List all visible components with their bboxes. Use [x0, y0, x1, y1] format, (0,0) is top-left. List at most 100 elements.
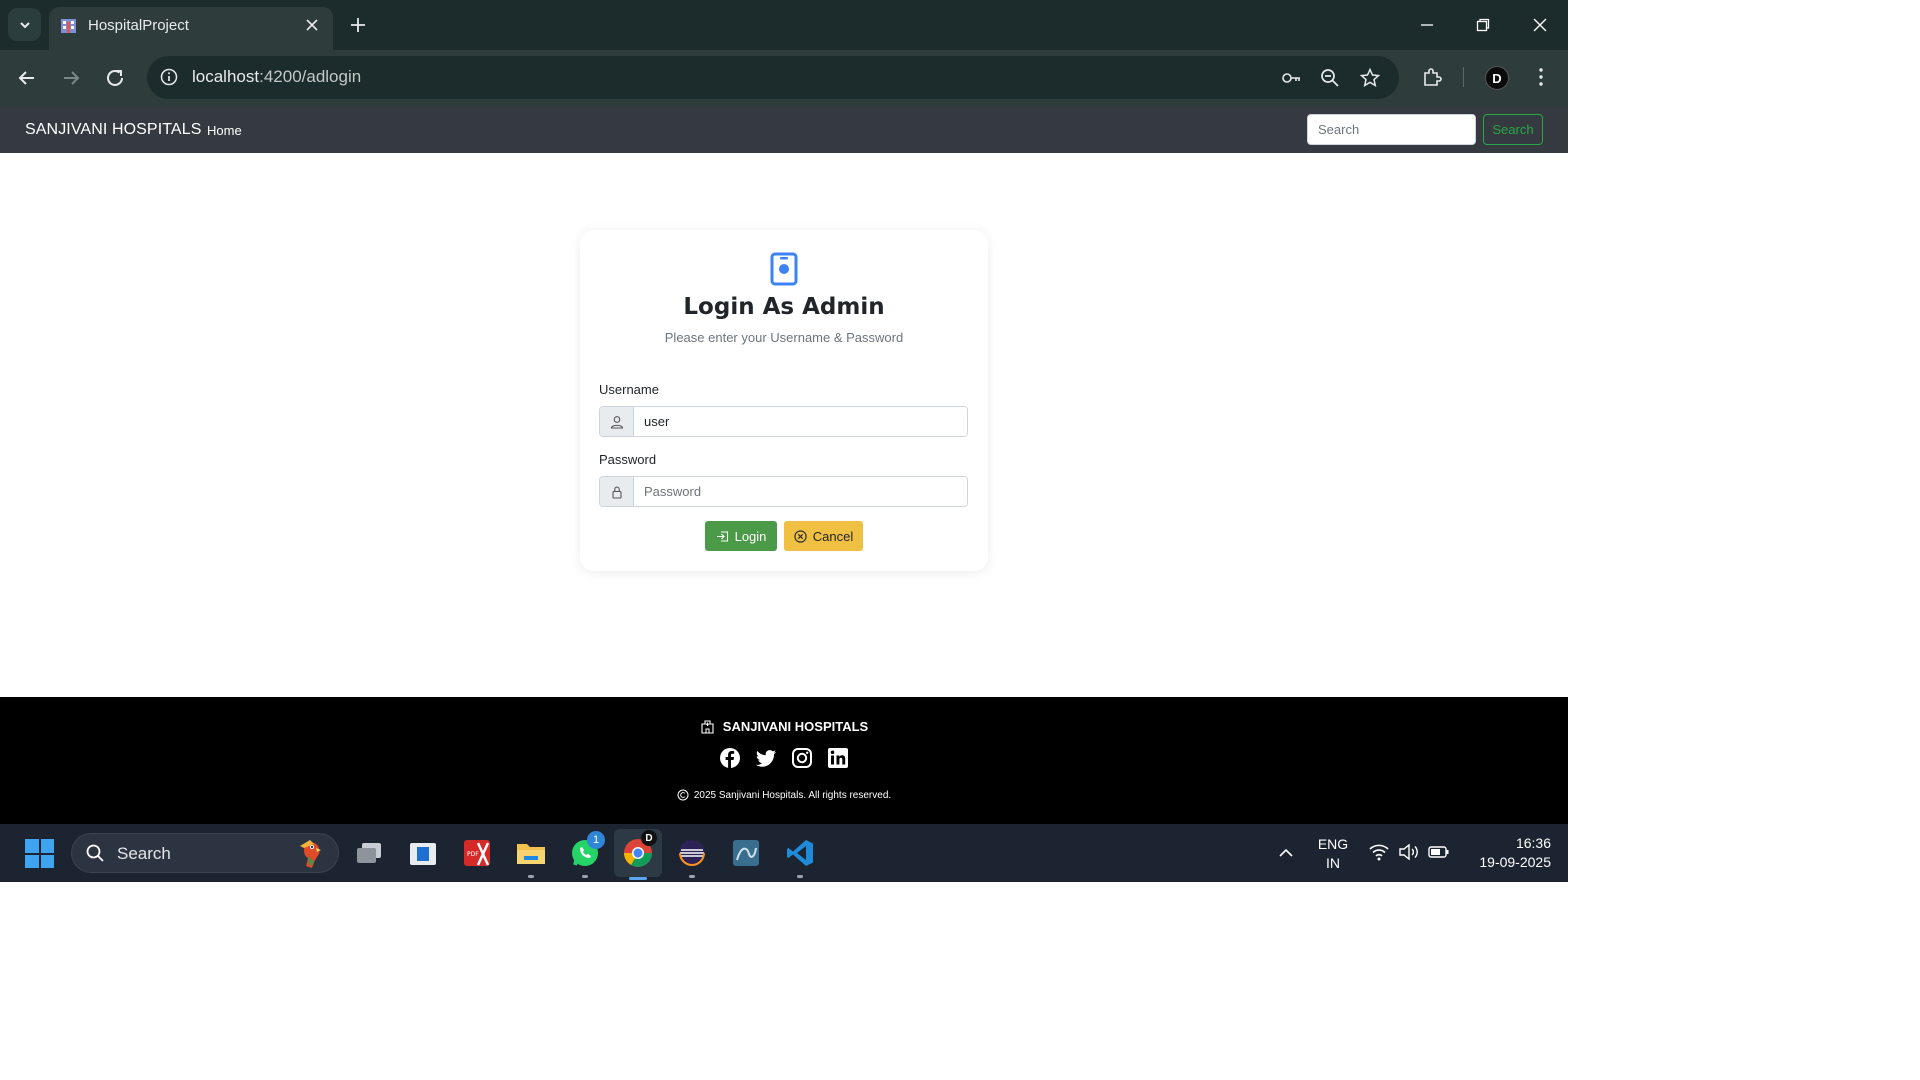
profile-letter-icon: D [1492, 70, 1502, 86]
address-bar[interactable]: localhost:4200/adlogin [147, 56, 1399, 99]
minimize-button[interactable] [1414, 12, 1440, 38]
back-arrow-icon[interactable] [15, 66, 39, 90]
lock-icon [611, 486, 622, 499]
copyright-text: 2025 Sanjivani Hospitals. All rights res… [693, 789, 892, 801]
battery-icon[interactable] [1428, 844, 1450, 860]
linkedin-icon[interactable] [827, 747, 849, 769]
twitter-icon[interactable] [755, 747, 777, 769]
username-input[interactable] [634, 407, 967, 436]
taskbar-search-label: Search [117, 844, 171, 863]
username-addon [600, 407, 634, 436]
taskbar-vscode[interactable] [782, 835, 818, 878]
browser-tab-active[interactable]: HospitalProject [49, 7, 333, 50]
navbar-brand[interactable]: SANJIVANI HOSPITALS [25, 121, 201, 139]
taskbar-task-view[interactable] [351, 835, 387, 871]
hospital-icon [701, 720, 714, 734]
search-icon [86, 844, 104, 862]
nav-link-home[interactable]: Home [207, 123, 242, 138]
toolbar-divider [1463, 67, 1464, 87]
login-card: Login As Admin Please enter your Usernam… [580, 230, 988, 571]
active-indicator [629, 877, 647, 880]
volume-icon[interactable] [1398, 843, 1420, 861]
wifi-icon[interactable] [1369, 843, 1389, 861]
language-indicator[interactable]: ENG IN [1312, 835, 1354, 873]
person-badge-icon [770, 252, 798, 286]
login-subtitle: Please enter your Username & Password [664, 330, 904, 345]
extensions-puzzle-icon[interactable] [1420, 65, 1444, 89]
taskbar-chrome[interactable]: D [614, 829, 662, 880]
chevron-up-icon[interactable] [1277, 844, 1295, 862]
login-button-label: Login [734, 528, 767, 544]
footer-brand: SANJIVANI HOSPITALS [0, 719, 1568, 734]
taskbar-search[interactable]: Search [71, 833, 339, 873]
zoom-icon[interactable] [1319, 67, 1341, 89]
task-view-icon [357, 843, 381, 863]
windows-start-icon[interactable] [25, 839, 54, 868]
footer-social-links [0, 747, 1568, 769]
login-button[interactable]: Login [705, 521, 777, 551]
password-addon [600, 477, 634, 506]
facebook-icon[interactable] [719, 747, 741, 769]
taskbar-pdf-app[interactable]: PDF [459, 835, 495, 871]
footer-brand-text: SANJIVANI HOSPITALS [722, 719, 869, 734]
cancel-button-label: Cancel [812, 528, 854, 544]
url-path: :4200/adlogin [259, 67, 362, 86]
close-icon [1533, 18, 1547, 32]
new-tab-icon[interactable] [346, 13, 370, 37]
taskbar-store[interactable] [405, 835, 441, 871]
folder-icon [517, 844, 545, 864]
forward-arrow-icon[interactable] [59, 66, 83, 90]
instagram-icon[interactable] [791, 747, 813, 769]
password-input[interactable] [634, 477, 967, 506]
taskbar-file-explorer[interactable] [513, 835, 549, 878]
bookmark-star-icon[interactable] [1359, 67, 1381, 89]
windows-taskbar: Search PDF 1 D ENG IN 16:36 19-09-2025 [0, 824, 1568, 882]
taskbar-whatsapp[interactable]: 1 [567, 831, 605, 878]
x-circle-icon [794, 529, 807, 543]
app-navbar: SANJIVANI HOSPITALS Home Search [0, 107, 1568, 153]
restore-icon [1476, 18, 1490, 32]
site-info-icon[interactable] [159, 67, 179, 87]
person-icon [610, 415, 623, 429]
profile-avatar[interactable]: D [1485, 66, 1509, 90]
page-footer: SANJIVANI HOSPITALS 2025 Sanjivani Hospi… [0, 697, 1568, 824]
running-indicator [582, 875, 588, 878]
tab-search-button[interactable] [8, 8, 41, 41]
browser-toolbar: localhost:4200/adlogin [0, 50, 1568, 107]
language-code: ENG [1317, 836, 1349, 852]
close-tab-icon[interactable] [303, 16, 321, 34]
vscode-icon [787, 840, 813, 866]
password-label: Password [599, 452, 657, 467]
navbar-search-button[interactable]: Search [1483, 114, 1543, 145]
url-text: localhost:4200/adlogin [192, 67, 361, 87]
tab-title: HospitalProject [88, 17, 189, 34]
taskbar-clock[interactable]: 16:36 19-09-2025 [1463, 834, 1551, 872]
chevron-down-icon [19, 21, 30, 28]
password-input-group [599, 476, 968, 507]
navbar-search-input[interactable] [1307, 114, 1476, 145]
language-region: IN [1326, 855, 1340, 871]
taskbar-eclipse[interactable] [674, 835, 710, 878]
username-label: Username [599, 382, 659, 397]
svg-text:PDF: PDF [467, 851, 479, 858]
pdf-app-icon: PDF [464, 840, 490, 866]
cancel-button[interactable]: Cancel [784, 521, 863, 551]
running-indicator [689, 875, 695, 878]
footer-copyright: 2025 Sanjivani Hospitals. All rights res… [0, 789, 1568, 801]
password-key-icon[interactable] [1280, 67, 1302, 89]
username-input-group [599, 406, 968, 437]
reload-icon[interactable] [103, 66, 127, 90]
store-icon [410, 843, 436, 865]
running-indicator [797, 875, 803, 878]
hospital-favicon-icon [61, 19, 76, 33]
clock-time: 16:36 [1515, 835, 1551, 851]
minimize-icon [1421, 24, 1433, 26]
taskbar-mysql-workbench[interactable] [728, 835, 764, 871]
whatsapp-badge: 1 [587, 831, 605, 849]
browser-tab-strip: HospitalProject [0, 0, 1568, 50]
restore-button[interactable] [1470, 12, 1496, 38]
close-window-button[interactable] [1527, 12, 1553, 38]
clock-date: 19-09-2025 [1479, 854, 1551, 870]
chrome-profile-badge-icon: D [641, 830, 657, 846]
more-menu-icon[interactable] [1529, 65, 1553, 89]
